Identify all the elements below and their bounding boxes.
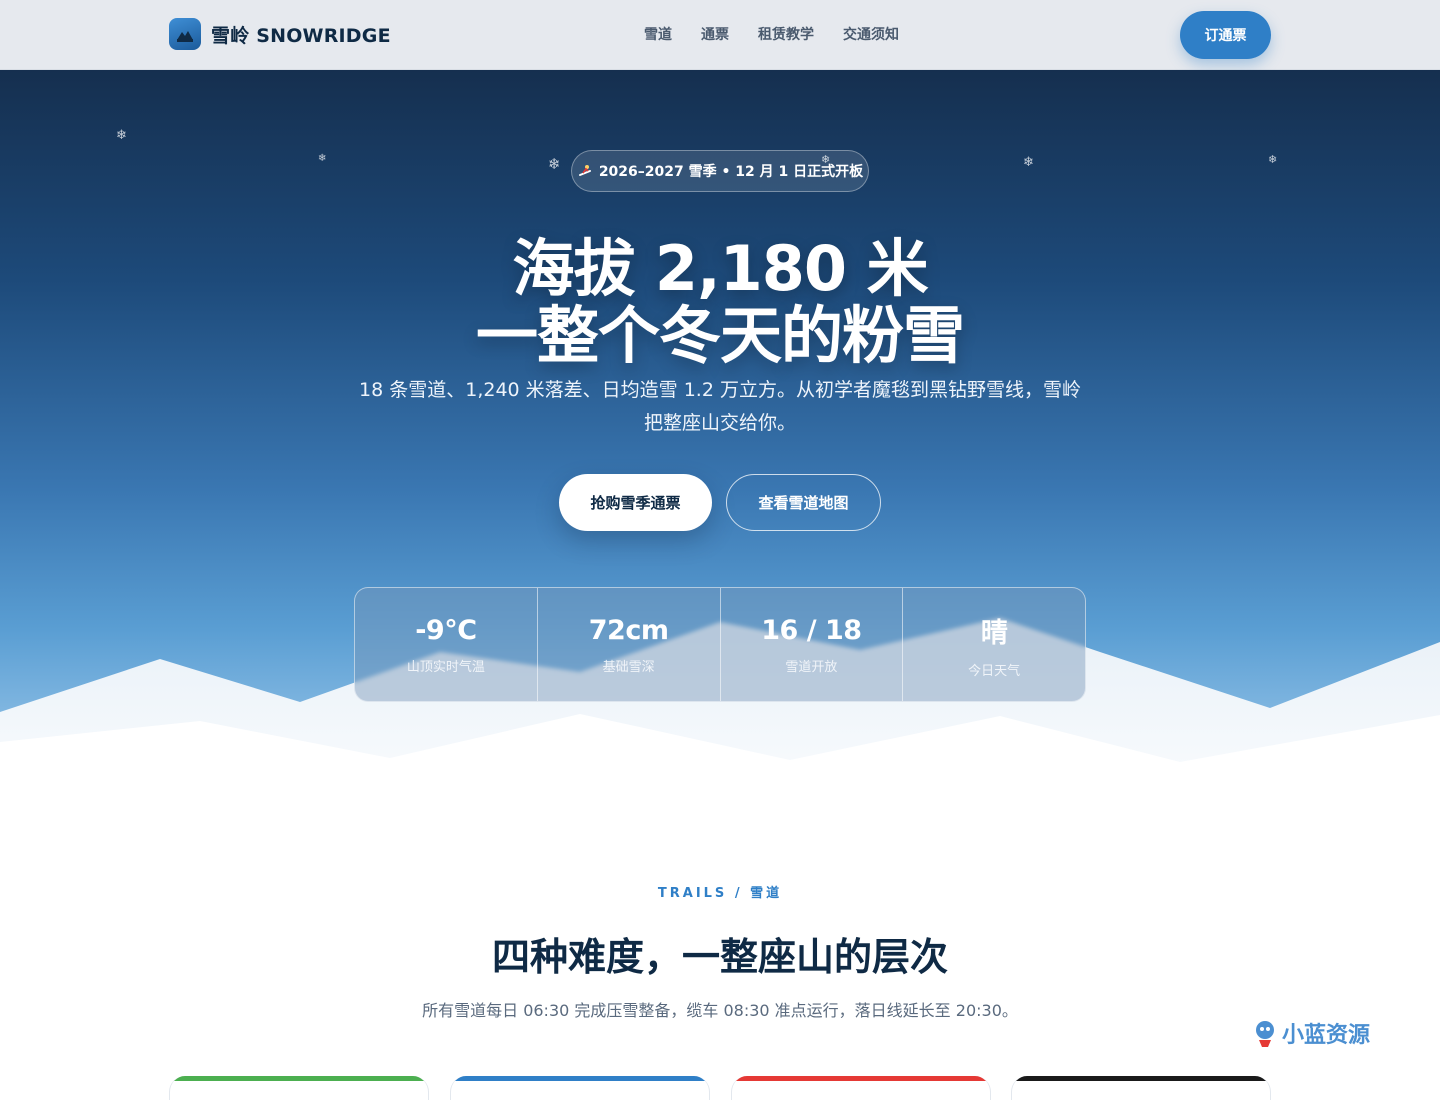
nav-links: 雪道 通票 租赁教学 交通须知 — [644, 24, 899, 44]
stat-trails-open: 16 / 18 雪道开放 — [721, 588, 904, 701]
season-badge-text: 2026–2027 雪季 • 12 月 1 日正式开板 — [598, 164, 864, 180]
stat-value: 16 / 18 — [761, 614, 862, 646]
view-trail-map-button[interactable]: 查看雪道地图 — [726, 474, 881, 531]
conditions-panel: -9°C 山顶实时气温 72cm 基础雪深 16 / 18 雪道开放 晴 今日天… — [354, 587, 1086, 702]
trail-card-red[interactable] — [731, 1076, 991, 1100]
stat-label: 基础雪深 — [602, 659, 655, 675]
top-nav: 雪岭 SNOWRIDGE 雪道 通票 租赁教学 交通须知 订通票 — [0, 0, 1440, 70]
stat-summit-temp: -9°C 山顶实时气温 — [355, 588, 538, 701]
snowboarder-icon — [578, 165, 591, 176]
watermark-text: 小蓝资源 — [1282, 1023, 1371, 1048]
nav-link-trails[interactable]: 雪道 — [644, 24, 672, 44]
hero-title-line2: 一整个冬天的粉雪 — [475, 299, 965, 372]
trail-card-green[interactable] — [169, 1076, 429, 1100]
stat-value: 晴 — [980, 617, 1008, 649]
watermark: 小蓝资源 — [1252, 1017, 1370, 1049]
section-title: 四种难度，一整座山的层次 — [491, 935, 948, 979]
nav-link-rental[interactable]: 租赁教学 — [758, 24, 814, 44]
logo-icon — [169, 18, 201, 50]
stat-snow-depth: 72cm 基础雪深 — [538, 588, 721, 701]
difficulty-bar — [1012, 1076, 1270, 1081]
stat-value: -9°C — [415, 614, 477, 646]
hero-lead: 18 条雪道、1,240 米落差、日均造雪 1.2 万立方。从初学者魔毯到黑钻野… — [359, 379, 1081, 434]
nav-link-passes[interactable]: 通票 — [701, 24, 729, 44]
trail-card-blue[interactable] — [450, 1076, 710, 1100]
stat-value: 72cm — [588, 614, 669, 646]
stat-label: 今日天气 — [968, 663, 1021, 679]
buy-season-pass-button[interactable]: 抢购雪季通票 — [559, 474, 712, 531]
difficulty-bar — [732, 1076, 990, 1081]
season-badge: 2026–2027 雪季 • 12 月 1 日正式开板 — [571, 150, 869, 192]
trail-card-black[interactable] — [1011, 1076, 1271, 1100]
brand[interactable]: 雪岭 SNOWRIDGE — [169, 18, 391, 50]
nav-link-transport[interactable]: 交通须知 — [843, 24, 899, 44]
section-subtitle: 所有雪道每日 06:30 完成压雪整备，缆车 08:30 准点运行，落日线延长至… — [422, 1001, 1018, 1020]
book-pass-button[interactable]: 订通票 — [1180, 11, 1271, 59]
section-eyebrow: TRAILS / 雪道 — [657, 886, 783, 901]
stat-label: 雪道开放 — [785, 659, 838, 675]
stat-weather: 晴 今日天气 — [903, 588, 1085, 701]
difficulty-bar — [170, 1076, 428, 1081]
difficulty-bar — [451, 1076, 709, 1081]
mascot-icon — [1256, 1021, 1274, 1047]
hero: ❄ ❄ ❄ ❄ ❄ ❄ 2026–2027 雪季 • 12 月 1 日正式开板 … — [0, 70, 1440, 770]
brand-name: 雪岭 SNOWRIDGE — [211, 24, 391, 47]
stat-label: 山顶实时气温 — [406, 659, 485, 675]
